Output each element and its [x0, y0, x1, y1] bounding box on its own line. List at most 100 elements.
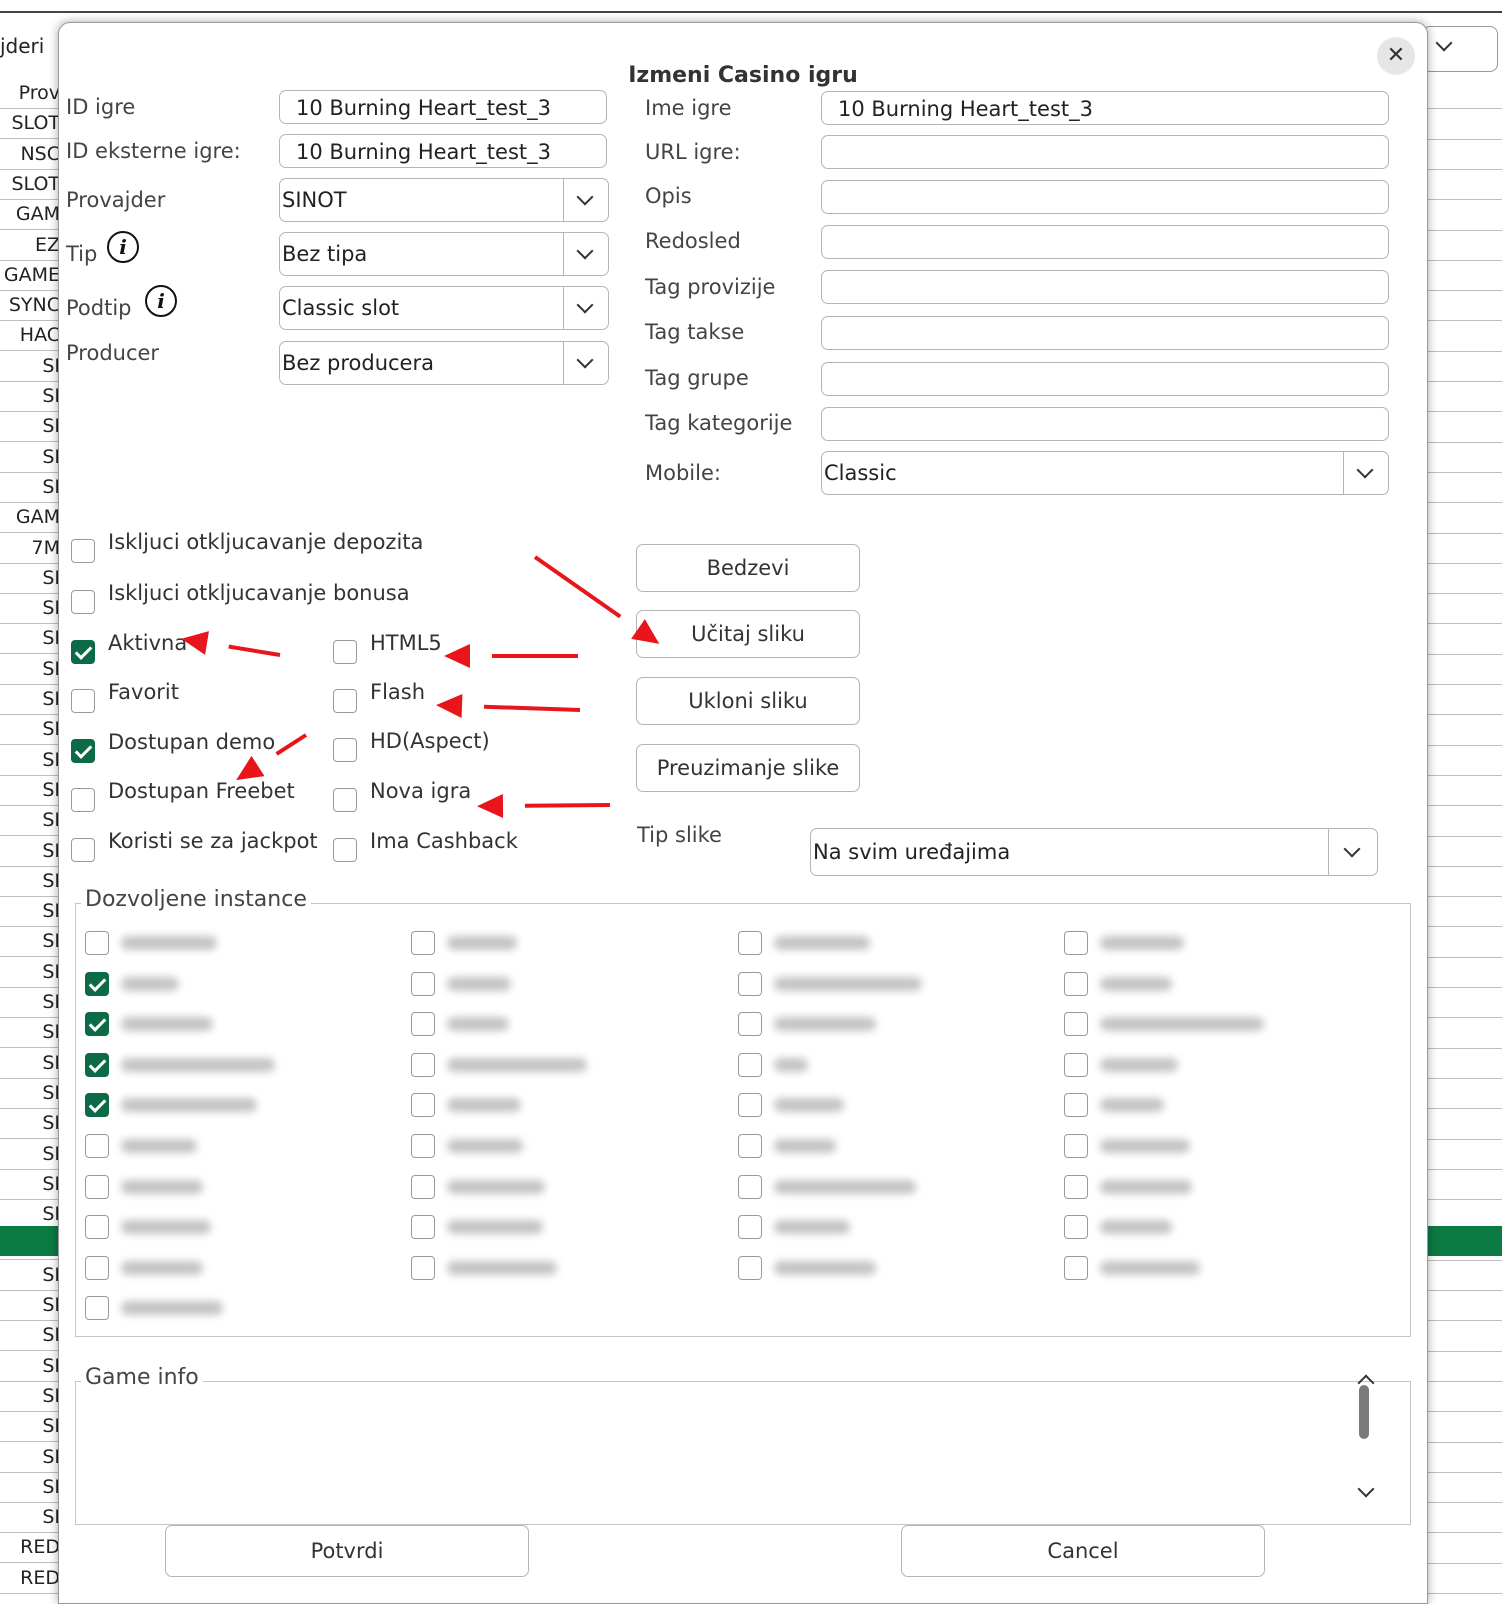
background-table-row[interactable]: SI [0, 563, 60, 594]
instance-checkbox[interactable] [85, 1215, 109, 1240]
background-table-row[interactable]: SI [0, 1108, 60, 1140]
background-table-row[interactable]: RED [0, 1532, 60, 1564]
podtip-info-icon[interactable]: i [145, 285, 177, 317]
background-table-row[interactable]: SI [0, 442, 60, 473]
background-table-row[interactable]: SI [0, 351, 60, 382]
background-table-row[interactable]: SI [0, 1442, 60, 1473]
instance-checkbox[interactable] [1064, 1052, 1088, 1077]
instance-checkbox[interactable] [738, 1174, 762, 1199]
background-table-row[interactable]: SI [0, 1381, 60, 1412]
background-table-row[interactable]: SI [0, 1411, 60, 1443]
instance-checkbox[interactable] [738, 1255, 762, 1280]
tip-slike-select[interactable]: Na svim uređajima [810, 828, 1378, 876]
background-table-row[interactable]: SI [0, 684, 60, 715]
dostupan-demo-checkbox[interactable] [71, 739, 95, 763]
html5-checkbox[interactable] [333, 640, 357, 664]
background-table-row[interactable]: SI [0, 1351, 60, 1382]
tag-kategorije-input[interactable] [821, 407, 1389, 441]
instance-checkbox[interactable] [411, 1134, 435, 1158]
background-table-row[interactable]: SI [0, 1169, 60, 1200]
ime-igre-input[interactable]: 10 Burning Heart_test_3 [821, 91, 1389, 125]
background-table-row[interactable]: GAM [0, 502, 60, 534]
tip-slike-dropdown-button[interactable] [1328, 829, 1377, 875]
tip-dropdown-button[interactable] [563, 233, 608, 275]
cancel-button[interactable]: Cancel [901, 1525, 1265, 1577]
instance-checkbox[interactable] [411, 1012, 435, 1037]
background-table-row[interactable]: SI [0, 1017, 60, 1049]
instance-checkbox[interactable] [1064, 1093, 1088, 1118]
background-table-row[interactable]: SI [0, 1078, 60, 1109]
instance-checkbox[interactable] [85, 1174, 109, 1199]
instance-checkbox[interactable] [85, 1296, 109, 1321]
background-table-row[interactable]: SI [0, 926, 60, 958]
instance-checkbox[interactable] [85, 1093, 109, 1118]
background-table-row[interactable]: SI [0, 745, 60, 776]
background-table-row[interactable]: SI [0, 593, 60, 625]
background-dropdown[interactable] [1422, 26, 1498, 72]
background-table-row[interactable]: SLOT [0, 169, 60, 200]
background-table-row[interactable]: SI [0, 1260, 60, 1291]
iskljuci-depozit-checkbox[interactable] [71, 539, 95, 563]
opis-input[interactable] [821, 180, 1389, 214]
instance-checkbox[interactable] [85, 1134, 109, 1158]
background-table-row[interactable]: HAC [0, 320, 60, 352]
podtip-dropdown-button[interactable] [563, 287, 608, 329]
favorit-checkbox[interactable] [71, 689, 95, 713]
game-info-scrollbar-thumb[interactable] [1359, 1385, 1369, 1439]
tip-select[interactable]: Bez tipa [279, 232, 609, 276]
hd-aspect-checkbox[interactable] [333, 738, 357, 762]
tag-grupe-input[interactable] [821, 362, 1389, 396]
background-table-row[interactable]: SI [0, 714, 60, 746]
background-table-row[interactable]: GAME [0, 260, 60, 291]
background-table-row[interactable]: Prov [0, 78, 60, 109]
tag-takse-input[interactable] [821, 316, 1389, 350]
provajder-dropdown-button[interactable] [563, 179, 608, 221]
preuzimanje-slike-button[interactable]: Preuzimanje slike [636, 744, 860, 792]
background-selected-row-right[interactable] [1420, 1226, 1502, 1256]
ukloni-sliku-button[interactable]: Ukloni sliku [636, 677, 860, 725]
instance-checkbox[interactable] [738, 1052, 762, 1077]
instance-checkbox[interactable] [738, 971, 762, 996]
url-igre-input[interactable] [821, 135, 1389, 169]
ucitaj-sliku-button[interactable]: Učitaj sliku [636, 610, 860, 658]
potvrdi-button[interactable]: Potvrdi [165, 1525, 529, 1577]
producer-dropdown-button[interactable] [563, 342, 608, 384]
redosled-input[interactable] [821, 225, 1389, 259]
background-table-row[interactable]: SI [0, 896, 60, 928]
producer-select[interactable]: Bez producera [279, 341, 609, 385]
instance-checkbox[interactable] [738, 1215, 762, 1240]
background-table-row[interactable]: NSC [0, 139, 60, 170]
background-table-row[interactable]: SI [0, 381, 60, 412]
background-table-row[interactable]: SI [0, 987, 60, 1018]
background-table-row[interactable]: SI [0, 1320, 60, 1352]
instance-checkbox[interactable] [411, 1215, 435, 1240]
mobile-select[interactable]: Classic [821, 451, 1389, 495]
instance-checkbox[interactable] [411, 1052, 435, 1077]
background-table-row[interactable]: SI [0, 472, 60, 503]
instance-checkbox[interactable] [411, 1174, 435, 1199]
instance-checkbox[interactable] [1064, 1215, 1088, 1240]
background-table-row[interactable]: 7M [0, 533, 60, 564]
background-table-row[interactable]: SI [0, 1139, 60, 1170]
instance-checkbox[interactable] [1064, 1134, 1088, 1158]
background-table-row[interactable]: SI [0, 1472, 60, 1503]
jackpot-checkbox[interactable] [71, 838, 95, 862]
instance-checkbox[interactable] [411, 931, 435, 955]
mobile-dropdown-button[interactable] [1343, 452, 1388, 494]
tag-provizije-input[interactable] [821, 270, 1389, 304]
instance-checkbox[interactable] [411, 971, 435, 996]
background-table-row[interactable]: SI [0, 1048, 60, 1079]
cashback-checkbox[interactable] [333, 838, 357, 862]
background-table-row[interactable]: GAM [0, 199, 60, 231]
background-table-row[interactable]: SI [0, 836, 60, 867]
provajder-select[interactable]: SINOT [279, 178, 609, 222]
background-table-row[interactable]: SI [0, 623, 60, 655]
background-table-row[interactable]: SI [0, 866, 60, 897]
background-table-row[interactable]: RED [0, 1563, 60, 1594]
dostupan-freebet-checkbox[interactable] [71, 788, 95, 812]
background-table-row[interactable]: SYNC [0, 290, 60, 322]
instance-checkbox[interactable] [411, 1093, 435, 1118]
background-table-row[interactable]: SI [0, 957, 60, 988]
instance-checkbox[interactable] [1064, 1174, 1088, 1199]
background-selected-row[interactable] [0, 1226, 60, 1256]
